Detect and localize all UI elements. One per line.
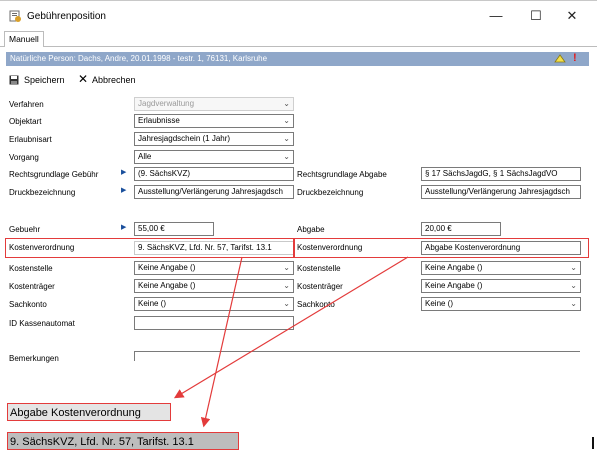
arrow-to-gebuehr-callout	[200, 256, 243, 428]
callout-abgabe-text: Abgabe Kostenverordnung	[10, 407, 141, 419]
text-cursor	[592, 437, 594, 449]
annotation-arrows	[173, 256, 409, 428]
callout-abgabe: Abgabe Kostenverordnung	[7, 403, 171, 421]
callout-gebuehr-text: 9. SächsKVZ, Lfd. Nr. 57, Tarifst. 13.1	[10, 436, 194, 448]
callout-gebuehr: 9. SächsKVZ, Lfd. Nr. 57, Tarifst. 13.1	[7, 432, 239, 450]
arrow-to-abgabe-callout	[173, 256, 409, 399]
